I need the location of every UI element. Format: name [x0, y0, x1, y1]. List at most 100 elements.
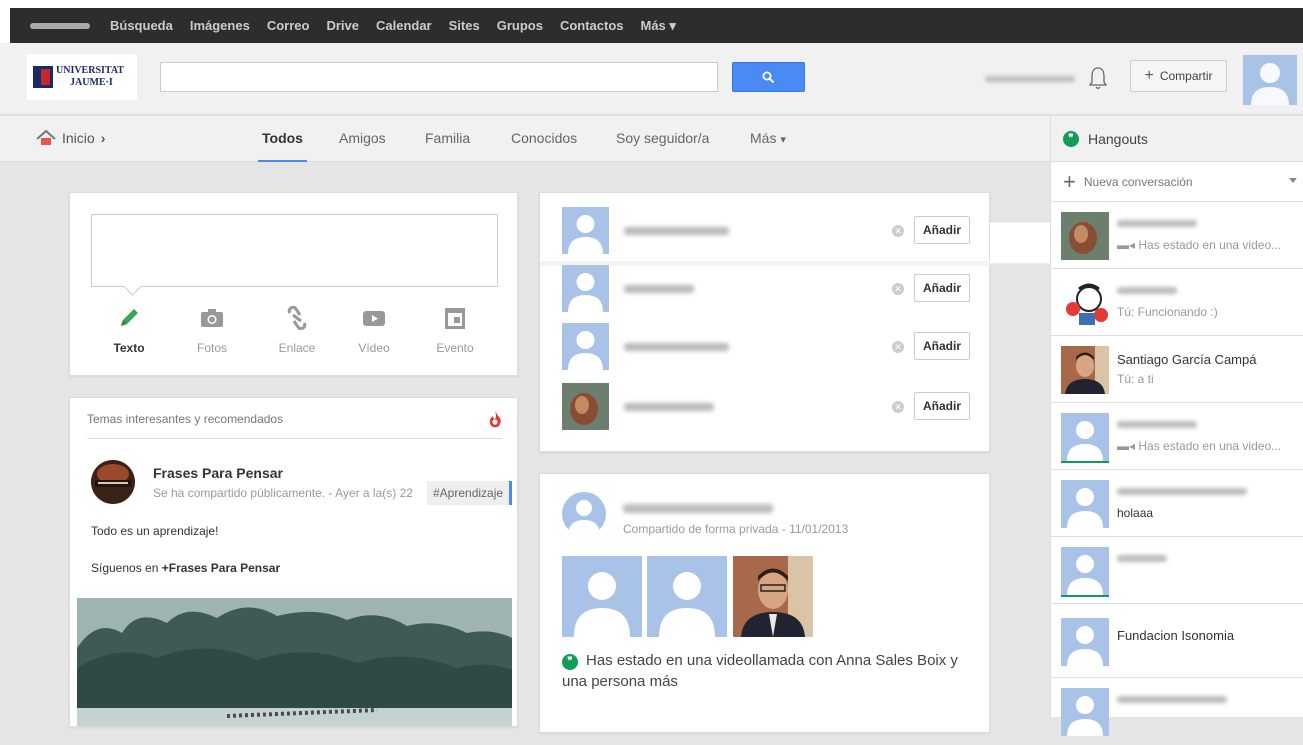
post-author[interactable]: Frases Para Pensar: [153, 465, 283, 481]
contact-name-blurred: [1117, 696, 1227, 703]
tab-todos[interactable]: Todos: [258, 130, 307, 162]
pencil-icon: [121, 309, 138, 326]
suggested-person-name[interactable]: [624, 403, 714, 411]
dismiss-icon[interactable]: ✕: [892, 341, 904, 353]
fire-icon[interactable]: [488, 410, 502, 428]
conversation-preview: Tú: a ti: [1117, 372, 1154, 386]
add-button[interactable]: Añadir: [914, 332, 970, 360]
tab-familia[interactable]: Familia: [425, 130, 470, 146]
video-camera-icon: ▬◂: [1117, 238, 1139, 252]
conversation-item[interactable]: [1051, 678, 1303, 745]
stream-nav: Inicio › Todos Amigos Familia Conocidos …: [0, 116, 1050, 162]
google-bar-wrap: Búsqueda Imágenes Correo Drive Calendar …: [0, 0, 1303, 43]
user-name-blurred[interactable]: [985, 76, 1075, 82]
avatar: [1061, 413, 1109, 461]
divider: [87, 438, 502, 439]
share-button[interactable]: + Compartir: [1130, 60, 1227, 92]
compose-photos-label: Fotos: [196, 341, 227, 355]
chevron-down-icon[interactable]: [1289, 178, 1297, 183]
post-author-blurred[interactable]: [623, 504, 773, 513]
participant-photo[interactable]: [647, 556, 727, 637]
conversation-item[interactable]: holaaa: [1051, 470, 1303, 537]
search-button[interactable]: [732, 62, 805, 92]
google-bar-sites[interactable]: Sites: [449, 18, 480, 33]
post-author-avatar[interactable]: [91, 460, 135, 504]
tab-seguidor[interactable]: Soy seguidor/a: [616, 130, 709, 146]
avatar[interactable]: [562, 323, 609, 370]
google-bar-imagenes[interactable]: Imágenes: [190, 18, 250, 33]
compose-event-button[interactable]: Evento: [425, 305, 485, 355]
google-bar-correo[interactable]: Correo: [267, 18, 310, 33]
breadcrumb[interactable]: Inicio ›: [36, 130, 105, 146]
people-suggestions-card: ✕ Añadir ✕ Añadir ✕ Añadir ✕ Añadir: [539, 192, 990, 452]
conversation-item[interactable]: Tú: Funcionando :): [1051, 269, 1303, 336]
header: UNIVERSITAT JAUME·I + Compartir: [0, 43, 1303, 115]
logo-mark-icon: [33, 66, 53, 88]
video-camera-icon: ▬◂: [1117, 439, 1139, 453]
post-text-follow: Síguenos en +Frases Para Pensar: [91, 561, 280, 575]
post-text: Todo es un aprendizaje!: [91, 524, 219, 538]
conversation-item[interactable]: Santiago García Campá Tú: a ti: [1051, 336, 1303, 403]
dismiss-icon[interactable]: ✕: [892, 401, 904, 413]
hangout-post-message: Has estado en una videollamada con Anna …: [562, 652, 958, 690]
participant-photo[interactable]: [733, 556, 813, 637]
avatar[interactable]: [562, 383, 609, 430]
tab-amigos[interactable]: Amigos: [339, 130, 386, 146]
compose-photos-button[interactable]: Fotos: [182, 305, 242, 355]
compose-input[interactable]: [91, 214, 498, 287]
tab-conocidos[interactable]: Conocidos: [511, 130, 577, 146]
avatar[interactable]: [562, 265, 609, 312]
bell-icon[interactable]: [1088, 65, 1108, 91]
google-bar-calendar[interactable]: Calendar: [376, 18, 432, 33]
conversation-preview: holaaa: [1117, 506, 1154, 520]
avatar: [1061, 279, 1109, 327]
compose-video-button[interactable]: Vídeo: [344, 305, 404, 355]
dismiss-icon[interactable]: ✕: [892, 283, 904, 295]
search-input[interactable]: [160, 62, 718, 92]
participant-photo[interactable]: [562, 556, 642, 637]
add-button[interactable]: Añadir: [914, 216, 970, 244]
university-logo[interactable]: UNIVERSITAT JAUME·I: [27, 54, 137, 100]
google-bar-drive[interactable]: Drive: [326, 18, 359, 33]
google-bar-grupos[interactable]: Grupos: [497, 18, 543, 33]
avatar: [1061, 212, 1109, 260]
compose-text-label: Texto: [113, 341, 145, 355]
user-name-blurred[interactable]: [30, 22, 90, 29]
suggestion-row: ✕ Añadir: [562, 265, 972, 315]
hangouts-title: Hangouts: [1088, 130, 1148, 147]
online-indicator: [1061, 461, 1109, 463]
google-bar-busqueda[interactable]: Búsqueda: [110, 18, 173, 33]
compose-link-button[interactable]: Enlace: [267, 305, 327, 355]
conversation-item[interactable]: ▬◂ Has estado en una video...: [1051, 202, 1303, 269]
avatar: [1061, 688, 1109, 736]
suggested-person-name[interactable]: [624, 343, 729, 351]
compose-text-button[interactable]: Texto: [99, 305, 159, 355]
conversation-item[interactable]: ▬◂ Has estado en una video...: [1051, 403, 1303, 470]
conversation-item[interactable]: [1051, 537, 1303, 604]
avatar[interactable]: [562, 492, 606, 536]
suggested-person-name[interactable]: [624, 227, 729, 235]
suggested-person-name[interactable]: [624, 285, 694, 293]
tab-mas[interactable]: Más ▾: [750, 130, 786, 146]
avatar[interactable]: [562, 207, 609, 254]
share-label: Compartir: [1159, 69, 1213, 83]
calendar-icon: [445, 308, 465, 329]
add-button[interactable]: Añadir: [914, 392, 970, 420]
new-conversation-button[interactable]: + Nueva conversación: [1051, 162, 1303, 202]
avatar: [1061, 618, 1109, 666]
conversation-preview: Tú: Funcionando :): [1117, 305, 1218, 319]
avatar[interactable]: [1243, 55, 1297, 105]
hangouts-header[interactable]: ❞ Hangouts: [1051, 116, 1303, 162]
hashtag-chip[interactable]: #Aprendizaje: [427, 481, 513, 505]
topics-heading: Temas interesantes y recomendados: [87, 412, 284, 426]
contact-name-blurred: [1117, 421, 1197, 428]
add-button[interactable]: Añadir: [914, 274, 970, 302]
conversation-preview: ▬◂ Has estado en una video...: [1117, 238, 1281, 252]
google-bar-contactos[interactable]: Contactos: [560, 18, 624, 33]
post-image[interactable]: [77, 598, 512, 726]
conversation-item[interactable]: Fundacion Isonomia: [1051, 604, 1303, 678]
dismiss-icon[interactable]: ✕: [892, 225, 904, 237]
forest-image-icon: [77, 598, 512, 726]
follow-link[interactable]: +Frases Para Pensar: [162, 561, 280, 575]
google-bar-mas[interactable]: Más ▾: [641, 18, 676, 34]
